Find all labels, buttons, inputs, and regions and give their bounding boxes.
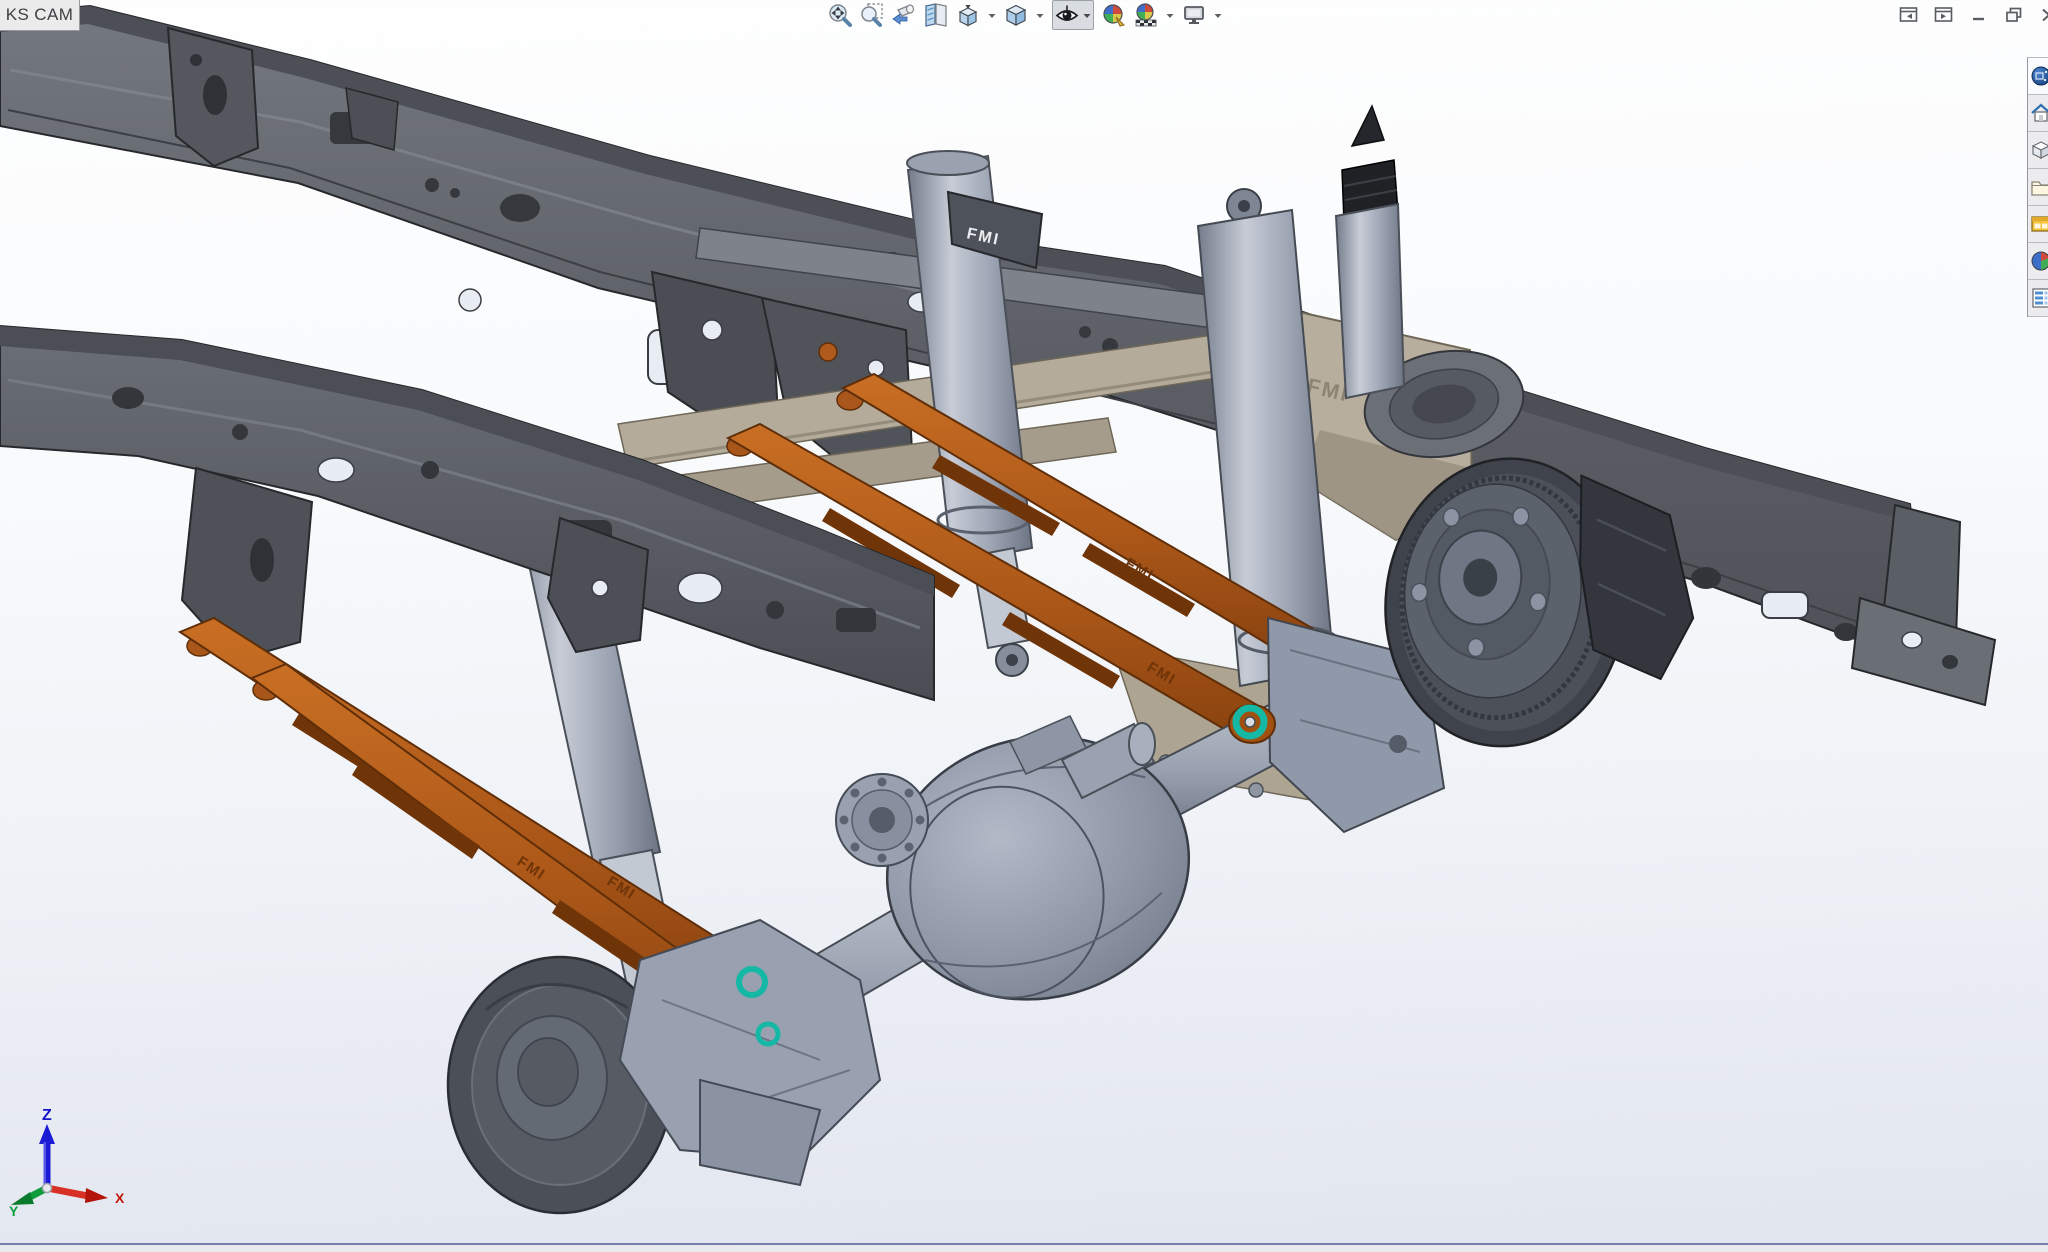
chevron-down-icon <box>1213 2 1223 28</box>
design-library-icon <box>2030 139 2048 161</box>
hide-show-items-pressed-group <box>1052 0 1094 30</box>
document-tab[interactable]: KS CAM <box>0 0 80 31</box>
chevron-down-icon <box>1035 2 1045 28</box>
previous-view-icon <box>891 2 917 28</box>
restore-button[interactable] <box>2003 5 2025 25</box>
status-strip <box>0 1245 2048 1252</box>
task-pane-tab-custom-properties[interactable] <box>2028 280 2048 317</box>
close-icon <box>2039 6 2048 24</box>
task-pane-tab-appearances[interactable] <box>2028 243 2048 280</box>
minimize-icon <box>1969 6 1989 24</box>
task-pane-tab-resources[interactable] <box>2028 95 2048 132</box>
dock-pane-left-icon <box>1899 6 1919 24</box>
zoom-to-fit-button[interactable] <box>826 1 854 29</box>
cad-viewport[interactable]: FMI FMI <box>0 0 2048 1252</box>
section-view-button[interactable] <box>922 1 950 29</box>
task-pane-tab-file-explorer[interactable] <box>2028 169 2048 206</box>
dock-pane-right-icon <box>1934 6 1954 24</box>
view-palette-icon <box>2030 213 2048 235</box>
triad-z-label: Z <box>42 1107 52 1124</box>
task-pane-tab-view-palette[interactable] <box>2028 206 2048 243</box>
task-pane-tab-design-library[interactable] <box>2028 132 2048 169</box>
triad-y-label: Y <box>9 1203 19 1219</box>
task-pane-tab-3dexperience[interactable] <box>2028 58 2048 95</box>
home-icon <box>2030 102 2048 124</box>
zoom-to-fit-icon <box>827 2 853 28</box>
previous-view-button[interactable] <box>890 1 918 29</box>
view-orientation-button[interactable] <box>954 1 982 29</box>
view-settings-button[interactable] <box>1180 1 1208 29</box>
hide-show-items-dropdown[interactable] <box>1081 1 1093 29</box>
view-orientation-icon <box>955 2 981 28</box>
chevron-down-icon <box>1082 2 1092 28</box>
apply-scene-dropdown[interactable] <box>1164 1 1176 29</box>
folder-icon <box>2030 176 2048 198</box>
edit-appearance-icon <box>1101 2 1127 28</box>
appearances-sphere-icon <box>2030 250 2048 272</box>
triad-x-label: X <box>115 1190 125 1206</box>
chevron-down-icon <box>987 2 997 28</box>
3dexperience-icon <box>2030 65 2048 87</box>
zoom-to-area-button[interactable] <box>858 1 886 29</box>
bump-stop[interactable] <box>1336 106 1404 398</box>
minimize-button[interactable] <box>1968 5 1990 25</box>
task-pane-tabs <box>2027 57 2048 317</box>
apply-scene-button[interactable] <box>1132 1 1160 29</box>
section-view-icon <box>923 2 949 28</box>
monitor-icon <box>1181 2 1207 28</box>
chevron-down-icon <box>1165 2 1175 28</box>
display-style-dropdown[interactable] <box>1034 1 1046 29</box>
display-style-icon <box>1003 2 1029 28</box>
view-settings-dropdown[interactable] <box>1212 1 1224 29</box>
dock-pane-right-button[interactable] <box>1933 5 1955 25</box>
apply-scene-icon <box>1133 2 1159 28</box>
display-style-button[interactable] <box>1002 1 1030 29</box>
view-orientation-dropdown[interactable] <box>986 1 998 29</box>
edit-appearance-button[interactable] <box>1100 1 1128 29</box>
custom-properties-icon <box>2030 287 2048 309</box>
hide-show-items-button[interactable] <box>1053 1 1081 29</box>
orientation-triad[interactable]: Z X Y <box>8 1098 138 1238</box>
eye-icon <box>1054 2 1080 28</box>
heads-up-view-toolbar <box>826 0 1224 30</box>
zoom-to-area-icon <box>859 2 885 28</box>
restore-icon <box>2004 6 2024 24</box>
dock-pane-left-button[interactable] <box>1898 5 1920 25</box>
document-tab-label: KS CAM <box>6 5 74 25</box>
close-button[interactable] <box>2038 5 2048 25</box>
window-controls <box>1898 5 2048 25</box>
